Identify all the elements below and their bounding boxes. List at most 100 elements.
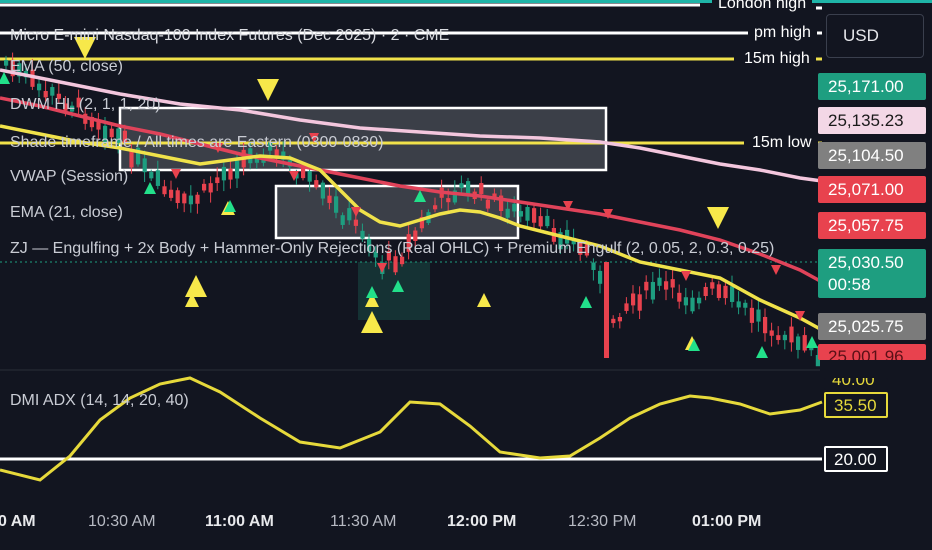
candle-body — [749, 307, 754, 323]
candle-body — [149, 171, 154, 179]
candle-body — [360, 230, 365, 239]
indicator-vwap[interactable]: VWAP (Session) — [10, 167, 128, 187]
candle-body — [631, 293, 636, 306]
candle-body — [637, 294, 642, 311]
candle-body — [314, 180, 319, 188]
indicator-ema21[interactable]: EMA (21, close) — [10, 203, 123, 223]
candle-body — [650, 281, 655, 300]
adx-lower-tag: 20.00 — [824, 446, 888, 472]
candle-body — [169, 189, 174, 198]
candle-body — [776, 335, 781, 340]
candle-body — [208, 183, 213, 193]
candle-body — [789, 326, 794, 343]
candle-body — [697, 297, 702, 304]
price-tag: 00:58 — [818, 271, 926, 298]
candle-body — [769, 330, 774, 336]
candle-body — [763, 316, 768, 334]
time-axis-label: 11:30 AM — [330, 513, 397, 530]
price-tag: 25,025.75 — [818, 313, 926, 340]
candle-body — [591, 262, 596, 270]
candle-body — [221, 166, 226, 181]
candle-body — [743, 302, 748, 308]
candle-body — [538, 216, 543, 227]
candle-body — [736, 301, 741, 308]
candle-body — [175, 190, 180, 204]
candle-body — [485, 199, 490, 209]
indicator-ema50[interactable]: EMA (50, close) — [10, 57, 123, 77]
candle-body — [604, 262, 609, 358]
candle-body — [195, 194, 200, 204]
candle-body — [683, 297, 688, 306]
pm-high-label: pm high — [748, 23, 817, 43]
candle-body — [611, 318, 616, 324]
candle-body — [129, 151, 134, 168]
candle-body — [532, 208, 537, 223]
candle-body — [466, 181, 471, 194]
candle-body — [505, 208, 510, 218]
time-axis-label: 12:00 PM — [447, 513, 517, 530]
time-axis-label: 10:30 AM — [88, 513, 156, 530]
m15-low-label: 15m low — [746, 133, 818, 153]
candle-body — [446, 198, 451, 203]
candle-body — [802, 335, 807, 351]
candle-body — [433, 205, 438, 210]
candle-body — [624, 303, 629, 311]
price-tag: 25,104.50 — [818, 142, 926, 169]
currency-button[interactable]: USD — [826, 14, 924, 58]
candle-body — [459, 183, 464, 189]
candle-body — [334, 196, 339, 213]
candle-body — [782, 334, 787, 341]
m15-high-label: 15m high — [738, 49, 816, 69]
candle-body — [479, 183, 484, 194]
candle-body — [598, 270, 603, 284]
price-tag: 25,057.75 — [818, 212, 926, 239]
time-axis-label: 12:30 PM — [568, 513, 637, 530]
candle-body — [4, 60, 9, 66]
candle-body — [664, 281, 669, 290]
candle-body — [142, 158, 147, 173]
candle-body — [518, 211, 523, 217]
candle-body — [347, 208, 352, 221]
candle-body — [677, 292, 682, 302]
price-tag: 25,135.23 — [818, 107, 926, 134]
candle-body — [202, 183, 207, 191]
indicator-shade-timeframe[interactable]: Shade timeframe / All times are Eastern … — [10, 133, 384, 153]
candle-body — [188, 195, 193, 205]
indicator-dmi-adx[interactable]: DMI ADX (14, 14, 20, 40) — [10, 391, 189, 411]
time-axis-label: 01:00 PM — [692, 513, 762, 530]
candle-body — [670, 279, 675, 288]
candle-body — [756, 309, 761, 322]
candle-body — [340, 215, 345, 225]
price-tag: 25,071.00 — [818, 176, 926, 203]
candle-body — [215, 177, 220, 184]
candle-body — [37, 83, 42, 91]
candle-body — [657, 277, 662, 286]
candle-body — [545, 215, 550, 227]
indicator-zj-engulfing[interactable]: ZJ — Engulfing + 2x Body + Hammer-Only R… — [10, 239, 774, 259]
candle-body — [96, 121, 101, 130]
candle-body — [710, 282, 715, 289]
candle-body — [155, 170, 160, 186]
candle-body — [525, 206, 530, 221]
candle-body — [235, 160, 240, 179]
candle-body — [353, 219, 358, 226]
candle-body — [182, 193, 187, 204]
candle-body — [730, 286, 735, 302]
candle-body — [690, 297, 695, 312]
chart-title: Micro E-mini Nasdaq-100 Index Futures (D… — [10, 27, 450, 44]
time-axis-label: 11:00 AM — [205, 513, 274, 530]
candle-body — [723, 285, 728, 299]
chart-area[interactable]: Micro E-mini Nasdaq-100 Index Futures (D… — [0, 0, 932, 550]
indicator-dwm-hl[interactable]: DWM HL (2, 1, 1, 20) — [10, 95, 161, 115]
price-chart[interactable] — [0, 0, 932, 550]
candle-body — [512, 203, 517, 212]
price-tag: 25,171.00 — [818, 73, 926, 100]
london-high-label: London high — [712, 0, 813, 14]
adx-upper-tag: 40.00 — [824, 378, 888, 390]
candle-body — [307, 171, 312, 182]
candle-body — [703, 286, 708, 297]
candle-body — [228, 168, 233, 180]
candle-body — [617, 317, 622, 322]
candle-body — [162, 186, 167, 195]
adx-value-tag: 35.50 — [824, 392, 888, 418]
